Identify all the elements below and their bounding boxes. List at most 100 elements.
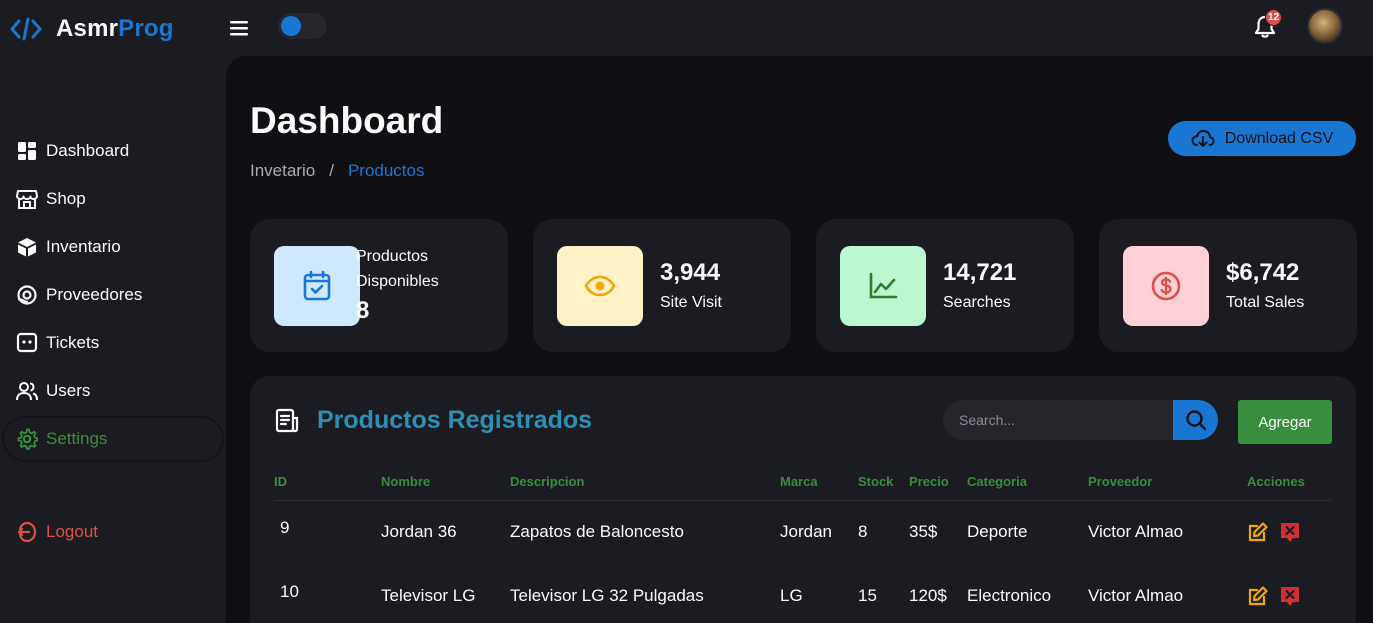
box-icon — [16, 236, 38, 258]
brand-name-part2: Prog — [118, 15, 174, 42]
cell-descripcion: Televisor LG 32 Pulgadas — [510, 586, 704, 605]
logout-icon — [17, 521, 37, 543]
cell-id: 9 — [280, 518, 290, 538]
cell-descripcion: Zapatos de Baloncesto — [510, 522, 684, 542]
row-actions — [1247, 585, 1332, 607]
sidebar-item-shop[interactable]: Shop — [0, 175, 226, 223]
theme-toggle[interactable] — [278, 13, 327, 39]
menu-icon[interactable] — [228, 17, 250, 39]
cell-categoria: Deporte — [967, 522, 1028, 542]
receipt-icon — [275, 408, 299, 433]
avatar[interactable] — [1307, 8, 1343, 44]
sidebar-item-label: Dashboard — [46, 141, 130, 160]
sidebar-item-proveedores[interactable]: Proveedores — [0, 271, 226, 319]
cell-proveedor: Victor Almao — [1088, 586, 1184, 605]
cell-nombre: Jordan 36 — [381, 522, 457, 542]
sidebar-item-dashboard[interactable]: Dashboard — [0, 127, 226, 175]
delete-icon[interactable] — [1279, 521, 1301, 543]
breadcrumb-item-productos[interactable]: Productos — [348, 161, 425, 181]
group-icon — [16, 380, 38, 402]
main-content: Dashboard Invetario / Productos Download… — [226, 56, 1373, 623]
cell-precio: 35$ — [909, 522, 938, 542]
table-row: 9 Jordan 36 Zapatos de Baloncesto Jordan… — [274, 500, 1332, 564]
stat-card-total-sales: $6,742 Total Sales — [1099, 219, 1357, 352]
message-dots-icon — [16, 332, 38, 354]
stat-icon-box — [1123, 246, 1209, 326]
stat-icon-box — [557, 246, 643, 326]
add-product-button[interactable]: Agregar — [1238, 400, 1332, 444]
column-header: Proveedor — [1088, 464, 1247, 501]
cell-stock: 8 — [858, 522, 868, 542]
cell-acciones — [1247, 564, 1332, 623]
products-title: Productos Registrados — [317, 406, 593, 434]
breadcrumb: Invetario / Productos — [250, 161, 424, 181]
products-panel: Productos Registrados Agregar ID Nombre … — [250, 376, 1356, 623]
sidebar-item-tickets[interactable]: Tickets — [0, 319, 226, 367]
sidebar-item-inventario[interactable]: Inventario — [0, 223, 226, 271]
stat-icon-box — [274, 246, 360, 326]
stat-card-site-visit: 3,944 Site Visit — [533, 219, 791, 352]
cell-marca: Jordan — [780, 522, 832, 542]
cell-proveedor: Victor Almao — [1088, 522, 1184, 542]
dashboard-grid-icon — [16, 140, 38, 162]
search-icon — [1185, 410, 1206, 431]
breadcrumb-item-invetario[interactable]: Invetario — [250, 161, 315, 181]
column-header: Precio — [909, 464, 967, 501]
column-header: ID — [274, 464, 381, 501]
stat-value: $6,742 — [1226, 259, 1300, 286]
column-header: Marca — [780, 464, 858, 501]
cell-categoria: Electronico — [967, 586, 1052, 605]
code-icon — [10, 17, 42, 41]
sidebar-item-users[interactable]: Users — [0, 367, 226, 415]
calendar-check-icon — [303, 270, 331, 301]
donate-icon — [16, 284, 38, 306]
search-button[interactable] — [1173, 400, 1218, 440]
column-header: Categoria — [967, 464, 1088, 501]
sidebar-item-label: Tickets — [46, 333, 100, 352]
brand-logo[interactable]: AsmrProg — [10, 14, 174, 44]
top-bar: AsmrProg 12 — [0, 0, 1373, 56]
stat-label: Productos Disponibles — [356, 248, 439, 290]
breadcrumb-separator: / — [329, 161, 334, 180]
sidebar-item-settings[interactable]: Settings — [0, 415, 226, 463]
brand-name: AsmrProg — [56, 15, 174, 43]
line-chart-icon — [869, 272, 898, 299]
column-header: Stock — [858, 464, 909, 501]
download-csv-button[interactable]: Download CSV — [1168, 121, 1356, 156]
delete-icon[interactable] — [1279, 585, 1301, 607]
stat-label: Total Sales — [1226, 294, 1305, 311]
row-actions — [1247, 521, 1332, 543]
cell-stock: 15 — [858, 586, 877, 605]
cell-precio: 120$ — [909, 586, 947, 605]
logout-button[interactable]: Logout — [16, 521, 98, 543]
sidebar-item-label: Shop — [46, 189, 86, 208]
sidebar-item-label: Settings — [46, 429, 108, 448]
sidebar-item-label: Users — [46, 381, 91, 400]
store-icon — [16, 188, 38, 210]
cell-marca: LG — [780, 586, 803, 605]
eye-icon — [584, 275, 616, 297]
sidebar: Dashboard Shop Inventario Proveedores Ti… — [0, 56, 226, 623]
theme-toggle-knob — [281, 16, 301, 36]
sidebar-item-label: Proveedores — [46, 285, 143, 304]
column-header: Acciones — [1247, 464, 1332, 501]
stat-card-productos: Productos Disponibles 8 — [250, 219, 508, 352]
stat-card-searches: 14,721 Searches — [816, 219, 1074, 352]
logout-label: Logout — [46, 522, 98, 541]
cell-acciones — [1247, 500, 1332, 564]
edit-icon[interactable] — [1247, 521, 1269, 543]
sidebar-item-label: Inventario — [46, 237, 121, 256]
stat-value: 8 — [356, 297, 370, 324]
page-title: Dashboard — [250, 100, 444, 141]
stats-cards: Productos Disponibles 8 3,944 Site Visit… — [250, 219, 1357, 352]
column-header: Descripcion — [510, 464, 780, 501]
table-header-row: ID Nombre Descripcion Marca Stock Precio… — [274, 464, 1332, 501]
search-input[interactable] — [943, 400, 1173, 440]
stat-icon-box — [840, 246, 926, 326]
edit-icon[interactable] — [1247, 585, 1269, 607]
search-box — [943, 400, 1218, 440]
cell-id: 10 — [280, 582, 299, 601]
stat-value: 3,944 — [660, 259, 721, 286]
products-table: ID Nombre Descripcion Marca Stock Precio… — [274, 464, 1332, 623]
table-row: 10 Televisor LG Televisor LG 32 Pulgadas… — [274, 564, 1332, 623]
